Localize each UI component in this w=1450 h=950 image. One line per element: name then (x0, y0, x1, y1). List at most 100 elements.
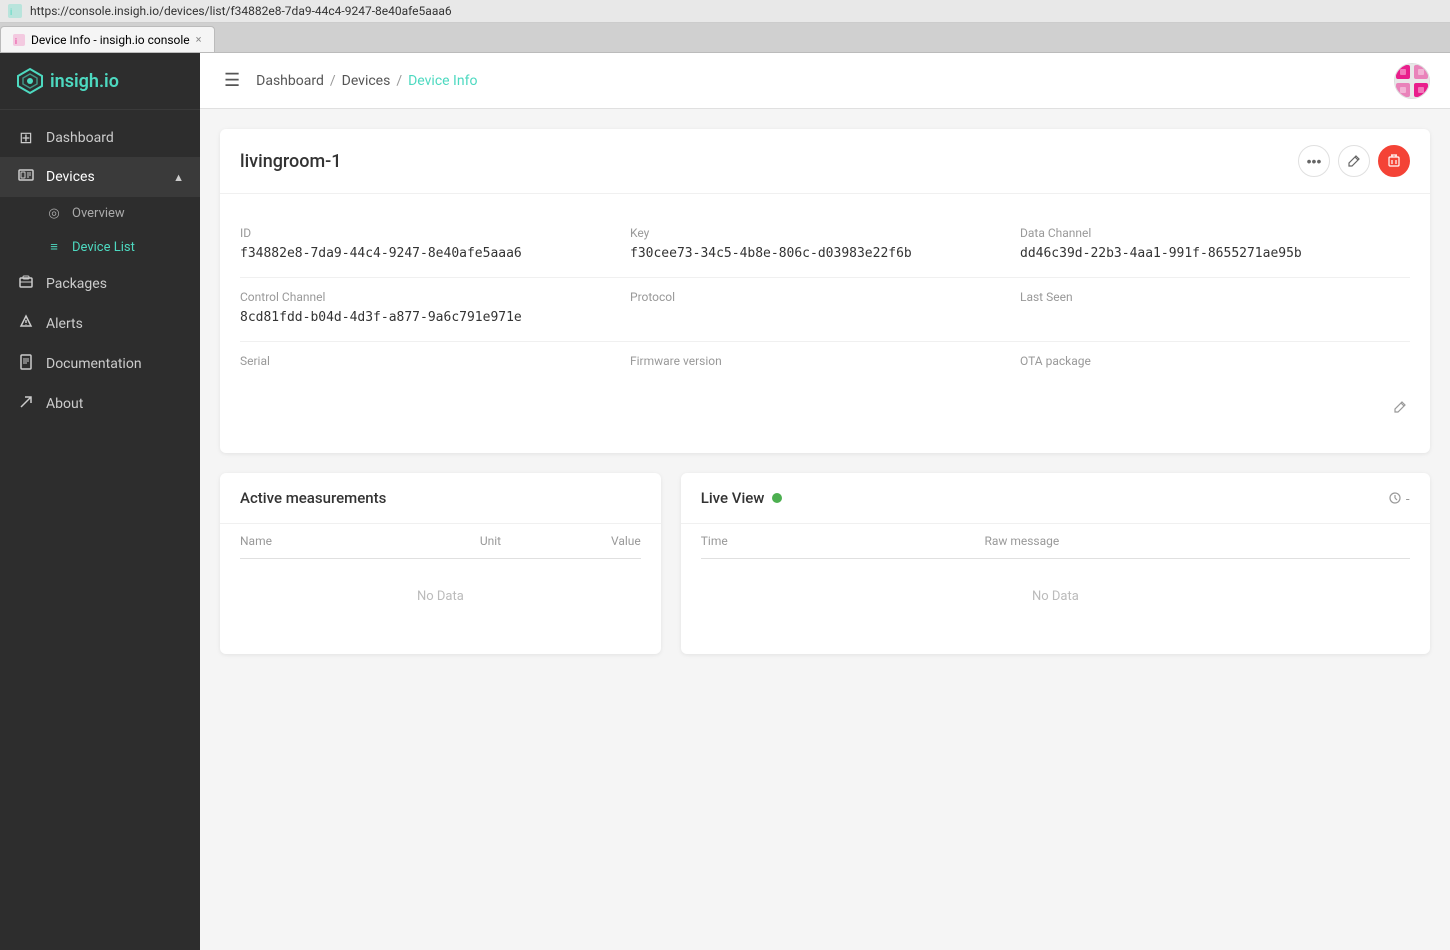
sidebar-item-dashboard[interactable]: ⊞ Dashboard (0, 118, 200, 157)
sidebar-item-label: Documentation (46, 356, 142, 372)
tab-favicon: i (13, 34, 25, 46)
breadcrumb-sep-2: / (396, 73, 402, 89)
sidebar-item-alerts[interactable]: Alerts (0, 304, 200, 344)
sidebar-item-documentation[interactable]: Documentation (0, 344, 200, 384)
last-seen-value (1020, 310, 1410, 325)
alerts-icon (16, 314, 36, 334)
active-measurements-header: Active measurements (220, 473, 661, 524)
col-time-header: Time (701, 534, 985, 548)
live-view-actions: - (1388, 491, 1410, 506)
devices-icon (16, 167, 36, 187)
serial-label: Serial (240, 354, 614, 368)
timer-label: - (1406, 491, 1410, 506)
col-unit-header: Unit (440, 534, 540, 548)
live-view-table-header: Time Raw message (701, 524, 1410, 559)
sidebar-nav: ⊞ Dashboard Devices ▲ ◎ O (0, 110, 200, 950)
sidebar-item-devices[interactable]: Devices ▲ (0, 157, 200, 197)
hamburger-button[interactable]: ☰ (220, 66, 244, 95)
sidebar-logo: insigh.io (0, 53, 200, 110)
sidebar-item-packages[interactable]: Packages (0, 264, 200, 304)
sidebar-item-overview[interactable]: ◎ Overview (0, 197, 200, 230)
documentation-icon (16, 354, 36, 374)
live-view-no-data: No Data (701, 559, 1410, 634)
device-name: livingroom-1 (240, 151, 342, 172)
edit-button[interactable] (1338, 145, 1370, 177)
control-channel-value: 8cd81fdd-b04d-4d3f-a877-9a6c791e971e (240, 310, 614, 325)
sidebar-item-label: About (46, 396, 83, 412)
sidebar: insigh.io ⊞ Dashboard Devices (0, 53, 200, 950)
dashboard-icon: ⊞ (16, 128, 36, 147)
tab-label: Device Info - insigh.io console (31, 33, 190, 47)
device-header-actions: ••• (1298, 145, 1410, 177)
active-measurements-title: Active measurements (240, 489, 386, 507)
timer-button[interactable]: - (1388, 491, 1410, 506)
sidebar-item-label: Devices (46, 169, 95, 185)
sidebar-item-device-list[interactable]: ≡ Device List (0, 230, 200, 264)
top-bar-right (1394, 63, 1430, 99)
info-cell-id: ID f34882e8-7da9-44c4-9247-8e40afe5aaa6 (240, 214, 630, 278)
measurements-no-data: No Data (240, 559, 641, 634)
info-cell-control-channel: Control Channel 8cd81fdd-b04d-4d3f-a877-… (240, 278, 630, 342)
info-cell-protocol: Protocol (630, 278, 1020, 342)
info-cell-firmware: Firmware version (630, 342, 1020, 433)
tab-close-button[interactable]: × (196, 33, 202, 46)
device-info-card: livingroom-1 ••• (220, 129, 1430, 453)
key-value: f30cee73-34c5-4b8e-806c-d03983e22f6b (630, 246, 1004, 261)
active-measurements-body: Name Unit Value No Data (220, 524, 661, 654)
device-list-icon: ≡ (46, 239, 62, 255)
live-view-panel: Live View - (681, 473, 1430, 654)
breadcrumb: Dashboard / Devices / Device Info (256, 73, 477, 89)
sidebar-item-label: Dashboard (46, 130, 114, 146)
data-channel-value: dd46c39d-22b3-4aa1-991f-8655271ae95b (1020, 246, 1410, 261)
delete-button[interactable] (1378, 145, 1410, 177)
breadcrumb-sep-1: / (330, 73, 336, 89)
breadcrumb-devices[interactable]: Devices (342, 73, 391, 89)
sidebar-item-label: Alerts (46, 316, 83, 332)
info-cell-ota: OTA package (1020, 342, 1410, 433)
avatar-icon (1396, 65, 1428, 97)
control-channel-label: Control Channel (240, 290, 614, 304)
ota-edit-icon (1393, 400, 1407, 414)
serial-value (240, 374, 614, 389)
ota-label: OTA package (1020, 354, 1410, 368)
timer-icon (1388, 491, 1402, 505)
packages-icon (16, 274, 36, 294)
sidebar-item-about[interactable]: About (0, 384, 200, 424)
live-view-header: Live View - (681, 473, 1430, 524)
col-name-header: Name (240, 534, 440, 548)
live-view-body: Time Raw message No Data (681, 524, 1430, 654)
avatar-button[interactable] (1394, 63, 1430, 99)
overview-icon: ◎ (46, 206, 62, 221)
favicon-icon: i (8, 4, 22, 18)
tab-bar: i Device Info - insigh.io console × (0, 23, 1450, 53)
more-options-button[interactable]: ••• (1298, 145, 1330, 177)
id-value: f34882e8-7da9-44c4-9247-8e40afe5aaa6 (240, 246, 614, 261)
svg-text:i: i (15, 37, 17, 46)
ota-edit-button[interactable] (1390, 397, 1410, 417)
main-content: ☰ Dashboard / Devices / Device Info (200, 53, 1450, 950)
info-cell-key: Key f30cee73-34c5-4b8e-806c-d03983e22f6b (630, 214, 1020, 278)
col-value-header: Value (541, 534, 641, 548)
info-cell-data-channel: Data Channel dd46c39d-22b3-4aa1-991f-865… (1020, 214, 1410, 278)
breadcrumb-device-info: Device Info (408, 73, 477, 89)
url-text: https://console.insigh.io/devices/list/f… (30, 4, 452, 18)
svg-text:i: i (10, 8, 12, 18)
live-status-dot (772, 493, 782, 503)
breadcrumb-dashboard[interactable]: Dashboard (256, 73, 324, 89)
ota-edit-row (1020, 389, 1410, 417)
logo-icon (16, 67, 44, 95)
bottom-panels: Active measurements Name Unit Value No D… (220, 473, 1430, 654)
top-bar: ☰ Dashboard / Devices / Device Info (200, 53, 1450, 109)
info-cell-last-seen: Last Seen (1020, 278, 1410, 342)
more-icon: ••• (1307, 153, 1322, 169)
app-layout: insigh.io ⊞ Dashboard Devices (0, 53, 1450, 950)
active-measurements-panel: Active measurements Name Unit Value No D… (220, 473, 661, 654)
logo-text: insigh.io (50, 71, 119, 92)
active-tab[interactable]: i Device Info - insigh.io console × (0, 26, 215, 52)
protocol-label: Protocol (630, 290, 1004, 304)
col-raw-header: Raw message (984, 534, 1410, 548)
sidebar-sub-label: Overview (72, 206, 125, 221)
protocol-value (630, 310, 1004, 325)
live-view-title: Live View (701, 489, 765, 507)
last-seen-label: Last Seen (1020, 290, 1410, 304)
